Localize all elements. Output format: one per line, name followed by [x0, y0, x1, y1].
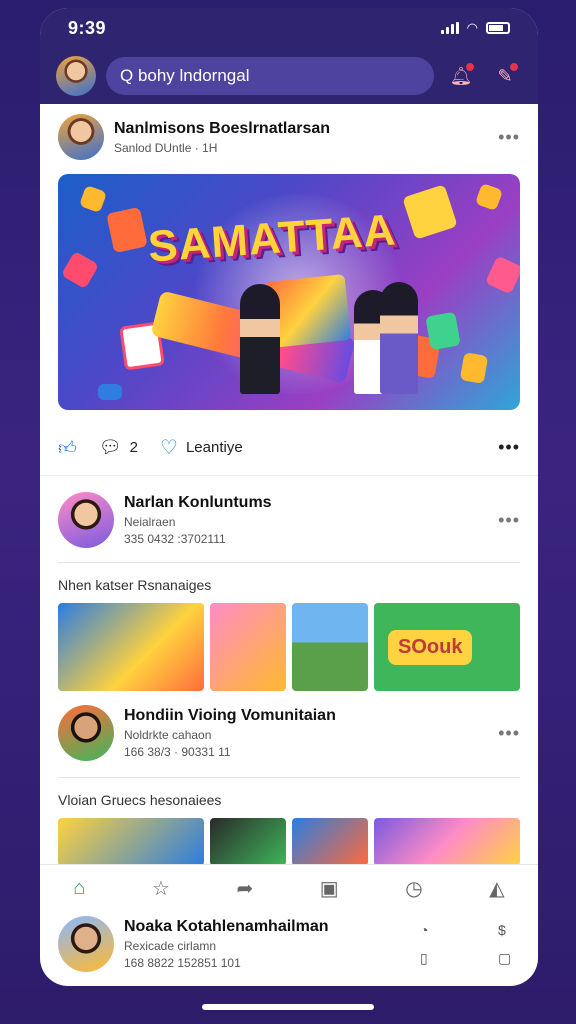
- gallery-photo[interactable]: [58, 603, 204, 691]
- reactions-button[interactable]: 👍︎: [58, 437, 77, 459]
- comment-icon: 💬︎: [98, 437, 122, 457]
- post-meta: 168 8822 152851 101: [124, 956, 241, 970]
- gallery-photo[interactable]: [210, 603, 286, 691]
- signal-icon: [440, 22, 459, 34]
- bookmark-icon[interactable]: ▯: [420, 950, 442, 967]
- gallery-photo[interactable]: [292, 818, 368, 866]
- gallery-card-text: SOouk: [388, 629, 473, 665]
- message-badge: [508, 61, 520, 73]
- more-options-icon[interactable]: •••: [498, 723, 520, 744]
- feed-post: Noaka Kotahlenamhailman Rexicade cirlamn…: [58, 916, 520, 972]
- post-author-name[interactable]: Noaka Kotahlenamhailman: [124, 918, 329, 936]
- notification-badge: [464, 61, 476, 73]
- clipboard-icon[interactable]: ▢: [498, 950, 520, 967]
- post-author-avatar[interactable]: [58, 492, 114, 548]
- feed-post: Hondiin Vioing Vomunitaian Noldrkte caha…: [40, 691, 538, 777]
- post-meta: 335 0432 :3702111: [124, 532, 226, 546]
- profile-avatar[interactable]: [56, 56, 96, 96]
- gallery-photo[interactable]: [292, 603, 368, 691]
- search-text: Q bohy lndorngal: [120, 66, 250, 85]
- gallery-photo[interactable]: [210, 818, 286, 866]
- notifications-button[interactable]: 🔔︎: [444, 59, 478, 93]
- photo-gallery: SOouk: [40, 603, 538, 691]
- banner-person: [240, 284, 280, 394]
- phone-screen: 9:39 ◠ Q bohy lndorngal 🔔︎ ✎ Nanlmisons …: [40, 8, 538, 986]
- post-author-avatar[interactable]: [58, 114, 104, 160]
- status-bar: 9:39 ◠: [40, 8, 538, 48]
- messages-button[interactable]: ✎: [488, 59, 522, 93]
- more-options-icon[interactable]: •••: [498, 127, 520, 148]
- post-author-name[interactable]: Narlan Konluntums: [124, 494, 272, 512]
- section-title: Vloian Gruecs hesonaiees: [58, 792, 222, 808]
- more-options-icon[interactable]: •••: [498, 437, 520, 458]
- feed-post: Narlan Konluntums Neialraen 335 0432 :37…: [40, 476, 538, 562]
- app-header: Q bohy lndorngal 🔔︎ ✎: [40, 48, 538, 104]
- gallery-card[interactable]: SOouk: [374, 603, 520, 691]
- section-title: Nhen katser Rsnanaiges: [58, 577, 212, 593]
- post-author-name[interactable]: Nanlmisons Boeslrnatlarsan: [114, 120, 330, 138]
- comment-count: 2: [129, 439, 139, 456]
- like-button[interactable]: ♡ Leantiye: [160, 435, 243, 460]
- profile-tab-icon[interactable]: ▣: [320, 876, 339, 901]
- banner-person: [380, 282, 418, 394]
- post-subtitle: Rexicade cirlamn: [124, 939, 217, 953]
- post-author-avatar[interactable]: [58, 916, 114, 972]
- post-subtitle: Neialraen: [124, 515, 176, 529]
- post-banner-image[interactable]: SAMATTAA: [58, 174, 520, 410]
- search-bar[interactable]: Q bohy lndorngal: [106, 57, 434, 95]
- post-actions: 👍︎ 💬︎ 2 ♡ Leantiye •••: [40, 420, 538, 476]
- post-subtitle: Noldrkte cahaon: [124, 728, 212, 742]
- post-author-name[interactable]: Hondiin Vioing Vomunitaian: [124, 707, 336, 725]
- heart-icon: ♡: [160, 437, 178, 459]
- home-tab-icon[interactable]: ⌂: [73, 877, 85, 900]
- post-meta: Sanlod DUntle · 1H: [114, 140, 218, 155]
- photo-gallery: [40, 818, 538, 866]
- star-tab-icon[interactable]: ☆: [152, 876, 170, 901]
- clock-tab-icon[interactable]: ◷: [405, 876, 422, 901]
- battery-icon: [486, 22, 510, 34]
- gallery-photo[interactable]: [58, 818, 204, 866]
- timer-icon[interactable]: ◔: [420, 922, 442, 938]
- post-meta: 166 38/3 · 90331 11: [124, 745, 231, 759]
- like-label: Leantiye: [185, 439, 243, 456]
- wifi-icon: ◠: [466, 20, 478, 35]
- post-author-avatar[interactable]: [58, 705, 114, 761]
- comment-button[interactable]: 💬︎ 2: [99, 437, 138, 458]
- home-indicator: [202, 1004, 374, 1010]
- gallery-photo[interactable]: [374, 818, 520, 866]
- notifications-tab-icon[interactable]: ◭: [489, 876, 504, 901]
- status-time: 9:39: [68, 17, 107, 38]
- dollar-icon[interactable]: $: [498, 922, 520, 938]
- share-tab-icon[interactable]: ➦: [236, 876, 253, 901]
- bottom-tab-bar: ⌂ ☆ ➦ ▣ ◷ ◭: [40, 864, 538, 912]
- reaction-icon: 👍︎: [58, 437, 77, 458]
- more-options-icon[interactable]: •••: [498, 510, 520, 531]
- feed-post: Nanlmisons Boeslrnatlarsan Sanlod DUntle…: [40, 104, 538, 410]
